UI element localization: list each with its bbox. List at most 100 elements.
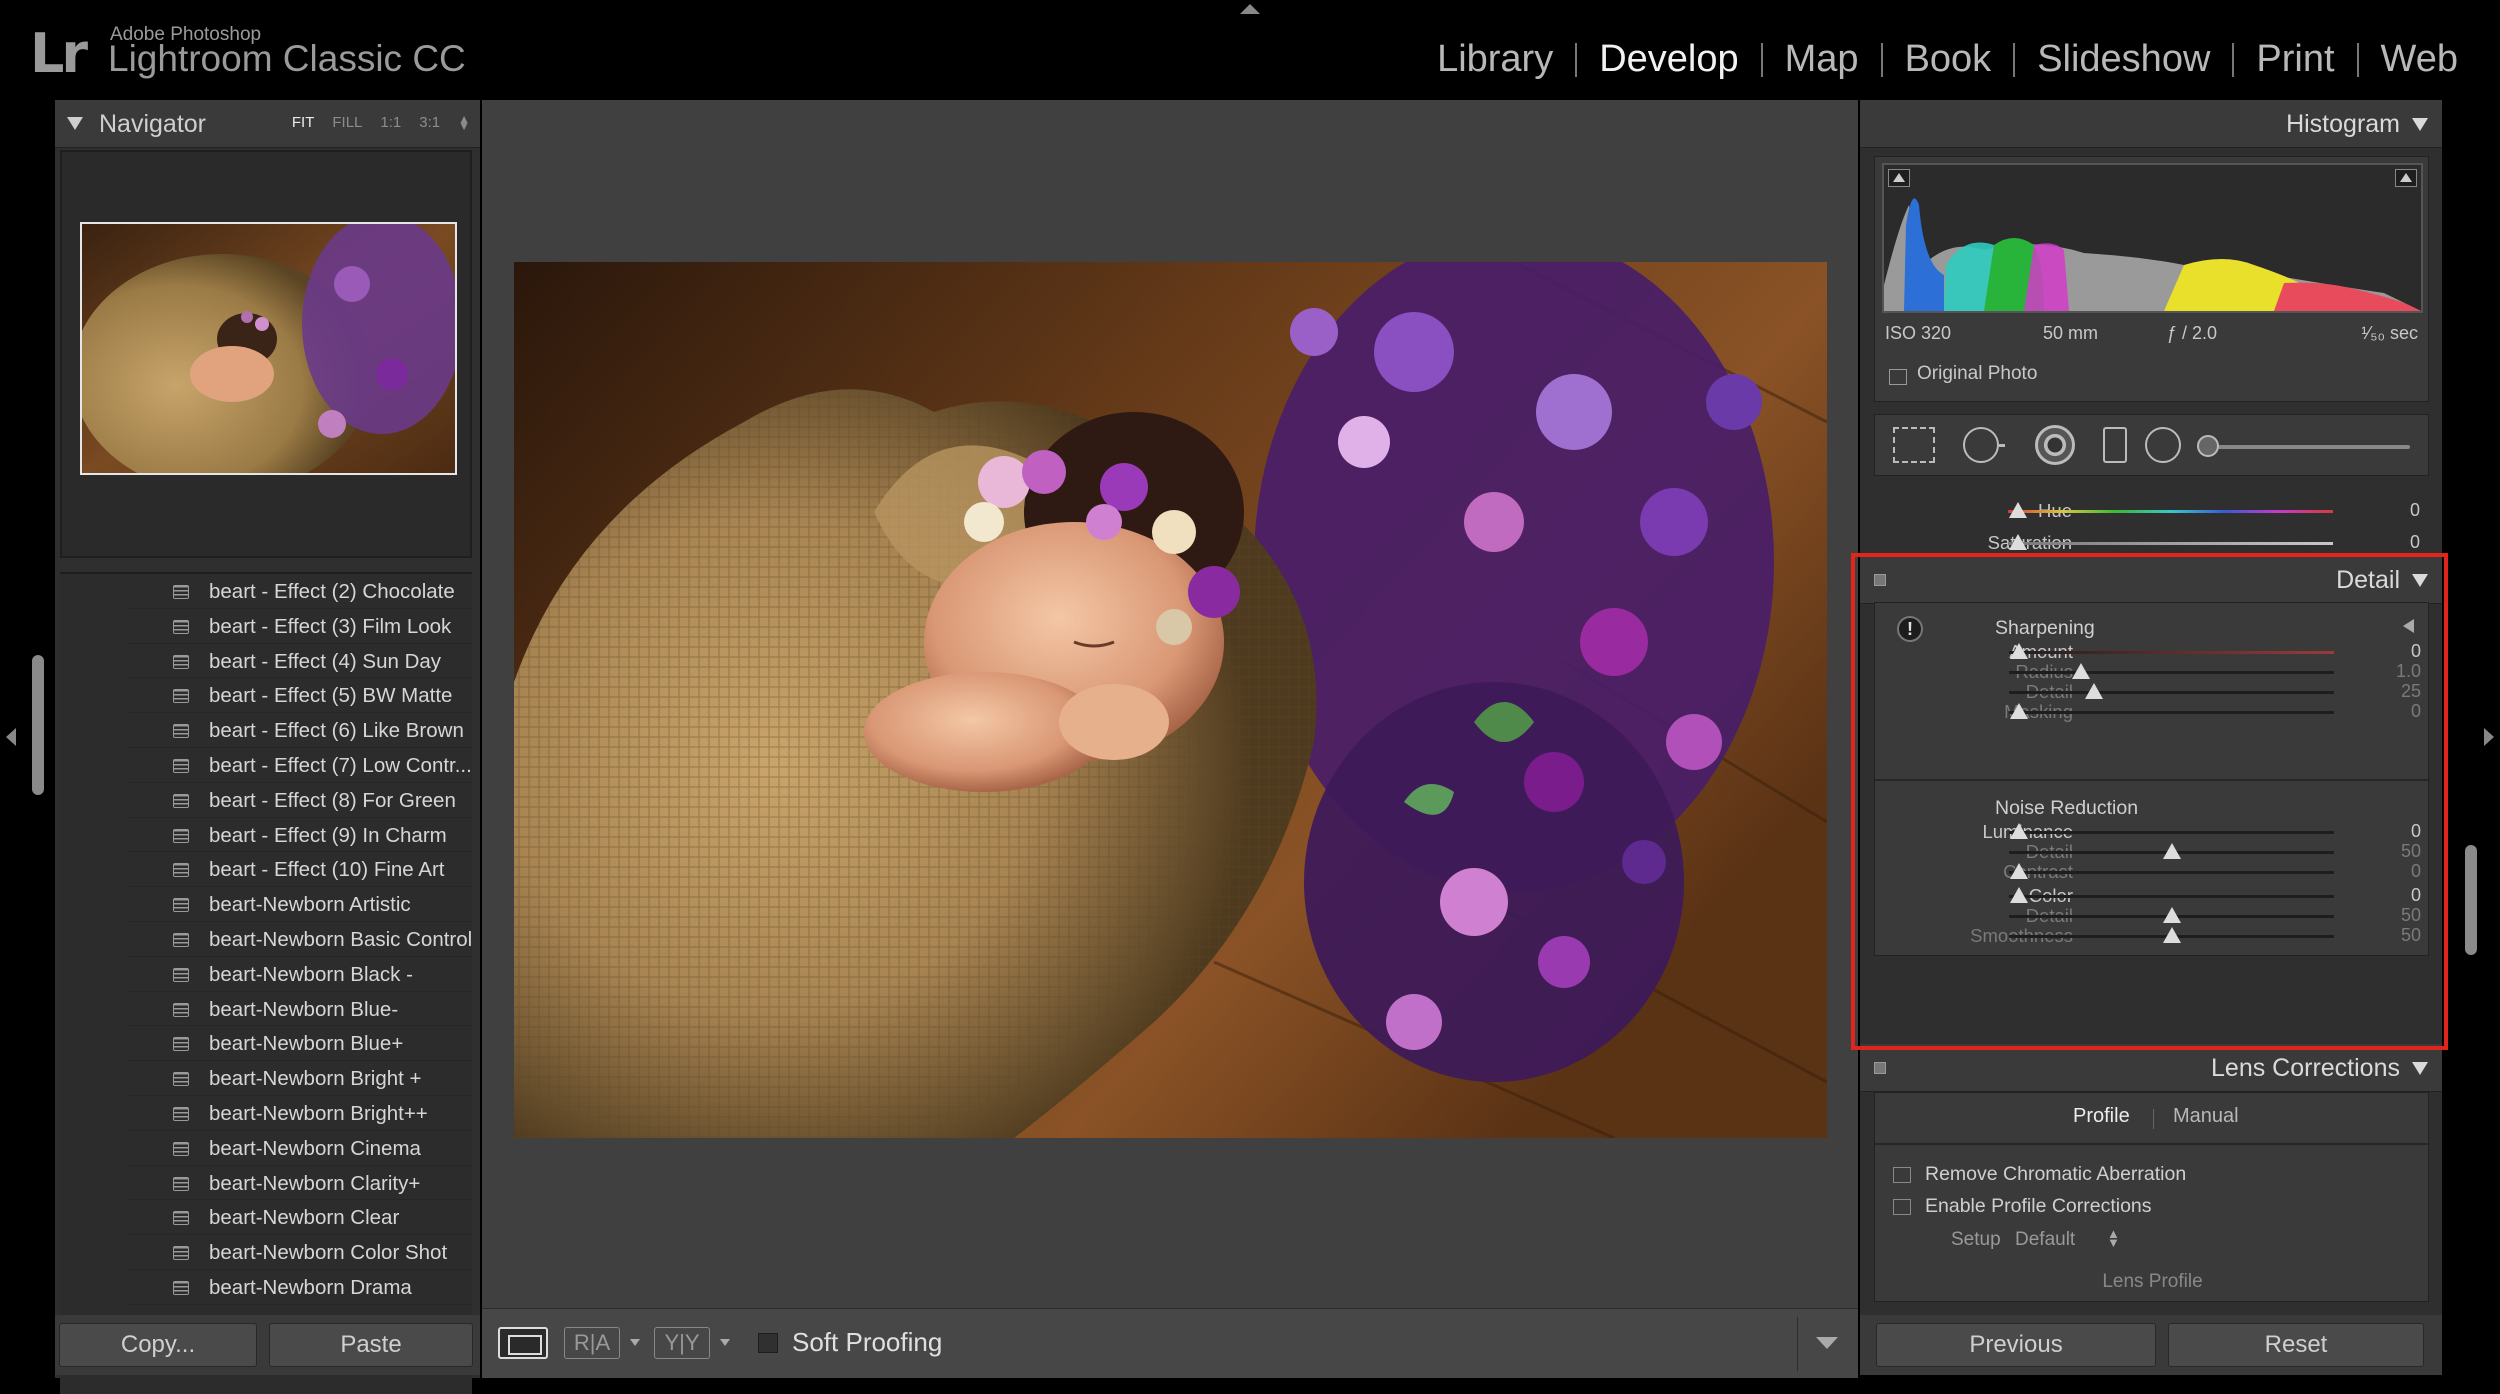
module-print[interactable]: Print [2234, 38, 2356, 81]
slider-knob[interactable] [2009, 703, 2028, 719]
preset-item[interactable]: beart-Newborn Cinema [128, 1131, 472, 1166]
preset-item[interactable]: beart-Newborn Bright++ [128, 1096, 472, 1131]
swap-dropdown-icon[interactable] [720, 1339, 730, 1346]
navigator-thumbnail[interactable] [80, 222, 457, 475]
histogram-header[interactable]: Histogram [1860, 100, 2442, 148]
disclosure-triangle-icon[interactable] [67, 117, 83, 130]
slider-track[interactable] [2009, 711, 2334, 714]
previous-button[interactable]: Previous [1876, 1323, 2156, 1367]
graduated-filter-icon[interactable] [2103, 427, 2127, 463]
left-panel-scrollbar[interactable] [32, 655, 44, 795]
slider-track[interactable] [2009, 691, 2334, 694]
adjustment-brush-icon[interactable] [2197, 435, 2219, 457]
zoom-stepper-icon[interactable]: ▲ ▼ [458, 113, 470, 132]
navigator-header[interactable]: Navigator FIT FILL 1:1 3:1 ▲ ▼ [55, 100, 480, 148]
slider-value[interactable]: 50 [2401, 925, 2421, 946]
develop-photo[interactable] [514, 262, 1827, 1138]
panel-toggle-switch[interactable] [1874, 1062, 1886, 1074]
disclosure-triangle-icon[interactable] [2412, 118, 2428, 131]
zoom-1-1[interactable]: 1:1 [380, 114, 401, 131]
loupe-view-button[interactable] [498, 1327, 548, 1359]
before-after-button[interactable]: R|A [564, 1327, 620, 1359]
collapse-right-panel-icon[interactable] [2484, 728, 2494, 746]
zoom-fill[interactable]: FILL [332, 114, 362, 131]
preset-item[interactable]: beart - Effect (6) Like Brown [128, 713, 472, 748]
preset-item[interactable]: beart-Newborn Clear [128, 1200, 472, 1236]
preset-item[interactable]: beart - Effect (10) Fine Art [128, 852, 472, 888]
tab-profile[interactable]: Profile [2073, 1105, 2130, 1128]
preset-item[interactable]: beart-Newborn Color Shot [128, 1235, 472, 1270]
paste-settings-button[interactable]: Paste [269, 1323, 473, 1367]
preset-item[interactable]: beart-Newborn Basic Control [128, 922, 472, 957]
tab-manual[interactable]: Manual [2173, 1105, 2239, 1128]
preset-item[interactable]: beart-Newborn Black - [128, 957, 472, 992]
highlight-clipping-icon[interactable] [2395, 169, 2417, 187]
red-eye-icon[interactable] [2035, 425, 2075, 465]
toolbar-content-dropdown-icon[interactable] [1816, 1337, 1838, 1349]
slider-value[interactable]: 0 [2410, 532, 2420, 553]
preset-item[interactable]: beart-Newborn Artistic [128, 887, 472, 922]
preset-item[interactable]: beart - Effect (2) Chocolate [128, 574, 472, 609]
soft-proofing-checkbox[interactable] [758, 1333, 778, 1353]
module-slideshow[interactable]: Slideshow [2015, 38, 2232, 81]
module-web[interactable]: Web [2359, 38, 2480, 81]
slider-value[interactable]: 0 [2410, 500, 2420, 521]
hue-slider-track[interactable] [2008, 510, 2333, 513]
radial-filter-icon[interactable] [2145, 427, 2181, 463]
module-book[interactable]: Book [1883, 38, 2014, 81]
preset-item[interactable]: beart-Newborn Blue+ [128, 1026, 472, 1062]
preset-item[interactable]: beart - Effect (9) In Charm [128, 818, 472, 853]
spot-removal-icon[interactable] [1963, 427, 1999, 463]
preset-item[interactable]: beart - Effect (3) Film Look [128, 609, 472, 644]
preset-item[interactable]: beart - Effect (7) Low Contr... [128, 748, 472, 783]
preset-item[interactable]: beart-Newborn Clarity+ [128, 1166, 472, 1201]
saturation-slider-track[interactable] [2008, 542, 2333, 545]
swap-before-after-button[interactable]: Y|Y [654, 1327, 710, 1359]
slider-track[interactable] [2009, 671, 2334, 674]
collapse-top-panel-icon[interactable] [1240, 4, 1260, 14]
disclosure-triangle-icon[interactable] [2412, 574, 2428, 587]
remove-chromatic-aberration-checkbox[interactable] [1893, 1167, 1911, 1183]
copy-settings-button[interactable]: Copy... [59, 1323, 257, 1367]
original-photo-checkbox[interactable] [1889, 369, 1907, 385]
zoom-3-1[interactable]: 3:1 [419, 114, 440, 131]
slider-track[interactable] [2009, 651, 2334, 654]
module-map[interactable]: Map [1763, 38, 1881, 81]
hue-slider-knob[interactable] [2008, 502, 2027, 518]
enable-profile-corrections-checkbox[interactable] [1893, 1199, 1911, 1215]
zoom-fit[interactable]: FIT [292, 114, 315, 131]
navigator-preview[interactable] [60, 150, 472, 558]
detail-header[interactable]: Detail [1860, 556, 2442, 604]
adjustment-brush-track [2205, 445, 2410, 449]
crop-overlay-icon[interactable] [1893, 427, 1935, 463]
soft-proofing-label: Soft Proofing [792, 1327, 943, 1357]
collapse-left-panel-icon[interactable] [6, 728, 16, 746]
module-library[interactable]: Library [1415, 38, 1575, 81]
shadow-clipping-icon[interactable] [1888, 169, 1910, 187]
before-after-dropdown-icon[interactable] [630, 1339, 640, 1346]
disclosure-triangle-icon[interactable] [2412, 1062, 2428, 1075]
right-panel-scrollbar[interactable] [2465, 845, 2477, 955]
reset-button[interactable]: Reset [2168, 1323, 2424, 1367]
slider-knob[interactable] [2162, 927, 2181, 943]
slider-track[interactable] [2009, 871, 2334, 874]
sharpening-expand-icon[interactable] [2403, 619, 2414, 633]
setup-dropdown-icon[interactable]: ▲ ▼ [2107, 1227, 2120, 1249]
histogram-graph[interactable] [1882, 163, 2423, 313]
slider-value[interactable]: 0 [2411, 701, 2421, 722]
preset-item[interactable]: beart - Effect (5) BW Matte [128, 678, 472, 714]
lens-corrections-header[interactable]: Lens Corrections [1860, 1044, 2442, 1092]
slider-track[interactable] [2009, 895, 2334, 898]
slider-track[interactable] [2009, 831, 2334, 834]
module-develop[interactable]: Develop [1577, 38, 1760, 81]
preset-item[interactable]: beart-Newborn Drama [128, 1270, 472, 1305]
slider-value[interactable]: 0 [2411, 861, 2421, 882]
panel-toggle-switch[interactable] [1874, 574, 1886, 586]
setup-dropdown[interactable]: Default [2015, 1229, 2075, 1251]
preset-item[interactable]: beart - Effect (4) Sun Day [128, 644, 472, 679]
saturation-slider-knob[interactable] [2008, 534, 2027, 550]
preset-item[interactable]: beart - Effect (8) For Green [128, 783, 472, 818]
preset-item[interactable]: beart-Newborn Blue- [128, 992, 472, 1027]
preset-item[interactable]: beart-Newborn Bright + [128, 1061, 472, 1096]
slider-knob[interactable] [2009, 863, 2028, 879]
